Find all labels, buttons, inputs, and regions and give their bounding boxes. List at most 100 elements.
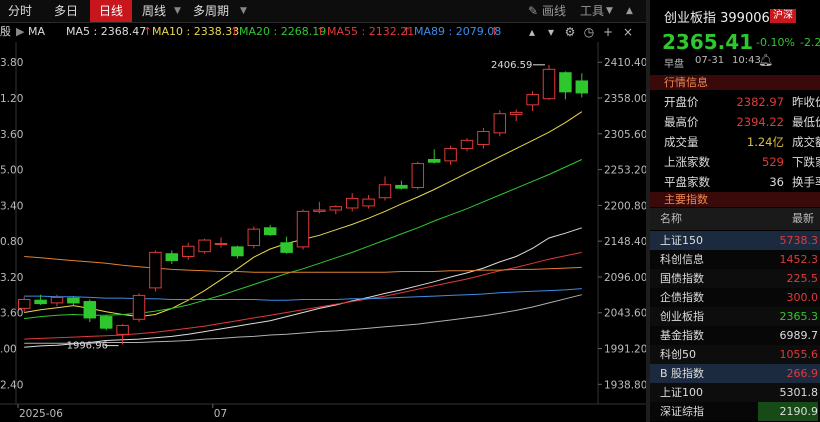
low-annotation: 1996.96	[67, 341, 108, 352]
candle-body	[280, 242, 293, 253]
candle	[231, 245, 244, 259]
candle-body	[67, 297, 80, 304]
move-up-icon[interactable]: ▴	[526, 23, 538, 41]
candle	[509, 109, 523, 122]
main-index-header: 主要指数	[650, 192, 820, 207]
index-name: 国债指数	[660, 272, 704, 285]
candle	[345, 192, 359, 212]
index-price: 1055.6	[779, 348, 819, 361]
settings-gear-icon[interactable]: ⚙	[564, 23, 576, 41]
ma20-value: MA20 : 2268.19	[239, 25, 327, 38]
candle-body	[345, 197, 359, 209]
index-price: 2365.3	[779, 310, 819, 323]
quote-date: 07-31	[695, 55, 725, 66]
y-tick-label: 2358.00	[604, 93, 646, 105]
candle	[460, 138, 474, 152]
ma-type-label[interactable]: MA	[28, 23, 45, 41]
index-price: 225.5	[786, 272, 819, 285]
index-row[interactable]: B 股指数 266.9	[650, 364, 820, 383]
candle	[559, 71, 572, 100]
candle	[542, 64, 556, 101]
y-tick-label: 2043.60	[604, 308, 646, 320]
tab-weekly[interactable]: 周线	[142, 0, 166, 22]
toggle-icon[interactable]: ◷	[583, 23, 595, 41]
tab-multi-period[interactable]: 多周期	[193, 0, 229, 22]
index-row[interactable]: 上证100 5301.8	[650, 383, 820, 402]
index-row[interactable]: 企债指数 300.0	[650, 288, 820, 307]
index-row[interactable]: 深证综指 2190.9	[650, 402, 820, 421]
index-name: 上证100	[660, 386, 703, 399]
candle	[99, 315, 113, 331]
multi-period-dropdown-icon[interactable]: ▼	[240, 0, 247, 22]
tab-multi-day[interactable]: 多日	[54, 0, 78, 22]
index-row[interactable]: 上证150 5738.3	[650, 231, 820, 250]
candle	[378, 176, 392, 201]
tab-intraday[interactable]: 分时	[8, 0, 32, 22]
candle-body	[444, 148, 457, 162]
ma10-value: MA10 : 2338.33	[152, 25, 240, 38]
high-annotation: 2406.59	[491, 60, 532, 71]
index-row[interactable]: 创业板指 2365.3	[650, 307, 820, 326]
x-tick-label: 2025-06	[19, 408, 63, 420]
candle-body	[263, 227, 277, 236]
y-tick-label: 1991.20	[604, 344, 646, 356]
ma10-arrow-icon: ↑	[230, 25, 240, 38]
move-down-icon[interactable]: ▾	[545, 23, 557, 41]
ma89-value: MA89 : 2079.08	[414, 25, 502, 38]
candle	[444, 145, 457, 165]
candle	[296, 209, 310, 250]
draw-line-button[interactable]: 画线	[542, 0, 566, 22]
candle	[181, 242, 195, 260]
candle	[263, 225, 277, 236]
tab-daily[interactable]: 日线	[90, 0, 132, 22]
candle	[526, 91, 539, 111]
index-price: 5738.3	[779, 234, 819, 247]
last-price: 2365.41	[662, 30, 754, 54]
index-row[interactable]: 科创50 1055.6	[650, 345, 820, 364]
ma55-arrow-icon: ↑	[402, 25, 412, 38]
candle-body	[395, 184, 408, 189]
x-tick-label: 07	[214, 408, 227, 420]
period-dropdown-icon[interactable]: ▼	[174, 0, 181, 22]
y-tick-label: 2253.20	[604, 165, 646, 177]
ma-dropdown-icon[interactable]: ▶	[16, 23, 24, 41]
index-price: 2190.9	[758, 402, 818, 421]
candle	[362, 194, 375, 209]
left-tick-label: 3.20	[0, 272, 23, 284]
ma5-arrow-icon: ↑	[143, 25, 153, 38]
bell-icon[interactable]: 🔔︎	[758, 53, 773, 67]
index-name: B 股指数	[660, 367, 705, 380]
candle-body	[313, 209, 326, 212]
index-row[interactable]: 国债指数 225.5	[650, 269, 820, 288]
candle	[165, 250, 179, 264]
index-price: 6989.7	[779, 329, 819, 342]
candle	[83, 299, 97, 323]
candle-body	[493, 113, 507, 134]
left-tick-label: 3.80	[0, 57, 23, 69]
info-row-volume: 成交量 1.24亿 成交额	[650, 132, 820, 152]
ma89-arrow-icon: ↑	[490, 25, 500, 38]
candle-body	[198, 239, 211, 253]
index-row[interactable]: 基金指数 6989.7	[650, 326, 820, 345]
close-indicator-icon[interactable]: ×	[622, 23, 634, 41]
index-price: 266.9	[786, 367, 819, 380]
tools-dropdown-icon[interactable]: ▼	[606, 0, 613, 22]
add-indicator-icon[interactable]: +	[602, 23, 614, 41]
index-row[interactable]: 科创信息 1452.3	[650, 250, 820, 269]
candle	[427, 149, 441, 164]
candle	[395, 180, 408, 190]
candle	[411, 161, 425, 190]
candle-body	[181, 245, 195, 257]
quote-panel: 创业板指 399006 沪深 2365.41 -0.10% -2.27 早盘 0…	[650, 0, 820, 422]
candle-body	[526, 94, 539, 106]
tools-button[interactable]: 工具	[580, 0, 604, 22]
kline-chart[interactable]: 2406.59 1996.96 1938.80 2.40 1991.20 .00 2043…	[0, 42, 646, 422]
ma-line-ma89	[24, 288, 582, 301]
index-name: 深证综指	[660, 405, 704, 418]
candle	[132, 293, 146, 323]
candle	[313, 201, 326, 214]
collapse-icon[interactable]: ▲	[626, 0, 633, 22]
pen-icon[interactable]: ✎	[528, 0, 538, 22]
candle-body	[575, 80, 589, 94]
candle-body	[247, 228, 261, 247]
